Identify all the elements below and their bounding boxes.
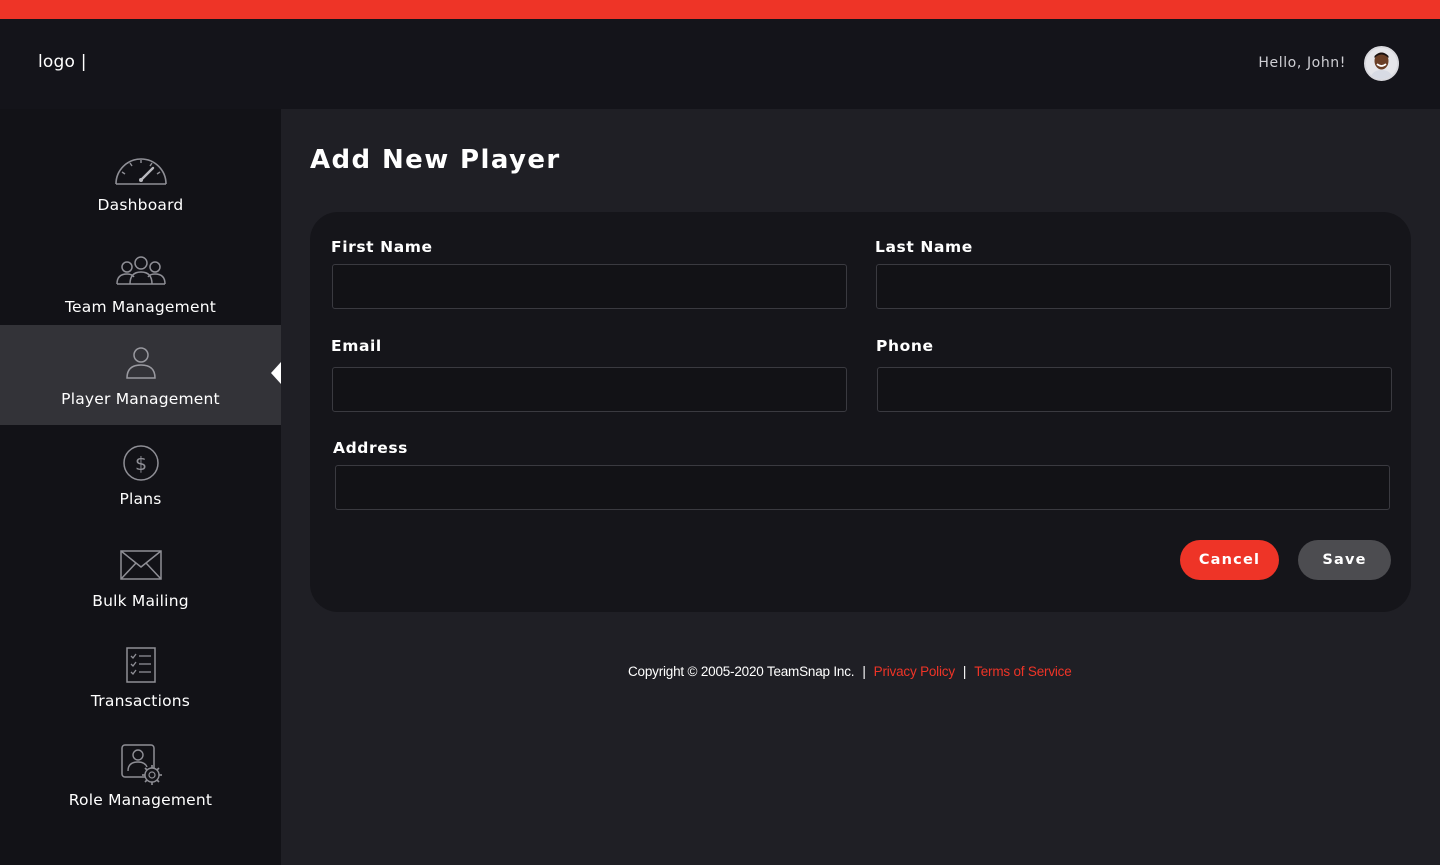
dollar-circle-icon: $ (111, 442, 171, 484)
sidebar-item-bulk-mailing[interactable]: Bulk Mailing (0, 527, 281, 627)
page-footer: Copyright © 2005-2020 TeamSnap Inc. | Priv… (628, 664, 1098, 679)
copyright-text: Copyright © 2005-2020 TeamSnap Inc. (628, 664, 855, 679)
main-content: Add New Player First Name Last Name Emai… (281, 109, 1440, 865)
sidebar-item-label: Transactions (90, 692, 191, 710)
app-header: logo | Hello, John! (0, 19, 1440, 109)
sidebar-item-label: Dashboard (97, 196, 184, 214)
active-indicator-caret (271, 362, 281, 384)
last-name-field[interactable] (876, 264, 1391, 309)
sidebar-item-label: Role Management (68, 791, 213, 809)
svg-text:$: $ (134, 453, 146, 475)
sidebar-nav: Dashboard Team Management Player Managem… (0, 109, 281, 865)
address-field[interactable] (335, 465, 1390, 510)
footer-separator: | (962, 664, 967, 679)
privacy-policy-link[interactable]: Privacy Policy (874, 664, 955, 679)
player-person-icon (111, 342, 171, 384)
phone-label: Phone (876, 337, 934, 355)
team-group-icon (111, 250, 171, 292)
phone-field[interactable] (877, 367, 1392, 412)
avatar-image (1366, 48, 1397, 79)
last-name-label: Last Name (875, 238, 973, 256)
page-title: Add New Player (310, 145, 561, 175)
user-avatar[interactable] (1364, 46, 1399, 81)
sidebar-item-label: Player Management (61, 390, 220, 408)
app-logo[interactable]: logo | (38, 52, 87, 72)
footer-separator: | (862, 664, 866, 679)
sidebar-item-label: Team Management (65, 298, 216, 316)
user-greeting: Hello, John! (1258, 55, 1346, 71)
top-accent-bar (0, 0, 1440, 19)
sidebar-item-role-management[interactable]: Role Management (0, 726, 281, 826)
sidebar-item-transactions[interactable]: Transactions (0, 627, 281, 727)
first-name-field[interactable] (332, 264, 847, 309)
email-label: Email (331, 337, 382, 355)
address-label: Address (333, 439, 408, 457)
add-player-form: First Name Last Name Email Phone Address… (310, 212, 1411, 612)
sidebar-item-plans[interactable]: $ Plans (0, 425, 281, 525)
save-button[interactable]: Save (1298, 540, 1391, 580)
first-name-label: First Name (331, 238, 433, 256)
sidebar-item-dashboard[interactable]: Dashboard (0, 131, 281, 231)
cancel-button[interactable]: Cancel (1180, 540, 1279, 580)
terms-of-service-link[interactable]: Terms of Service (974, 664, 1072, 679)
sidebar-item-label: Bulk Mailing (92, 592, 189, 610)
sidebar-item-team-management[interactable]: Team Management (0, 233, 281, 333)
email-field[interactable] (332, 367, 847, 412)
checklist-icon (111, 644, 171, 686)
speedometer-icon (111, 148, 171, 190)
envelope-icon (111, 544, 171, 586)
sidebar-item-player-management[interactable]: Player Management (0, 325, 281, 425)
sidebar-item-label: Plans (119, 490, 162, 508)
user-gear-icon (111, 743, 171, 785)
